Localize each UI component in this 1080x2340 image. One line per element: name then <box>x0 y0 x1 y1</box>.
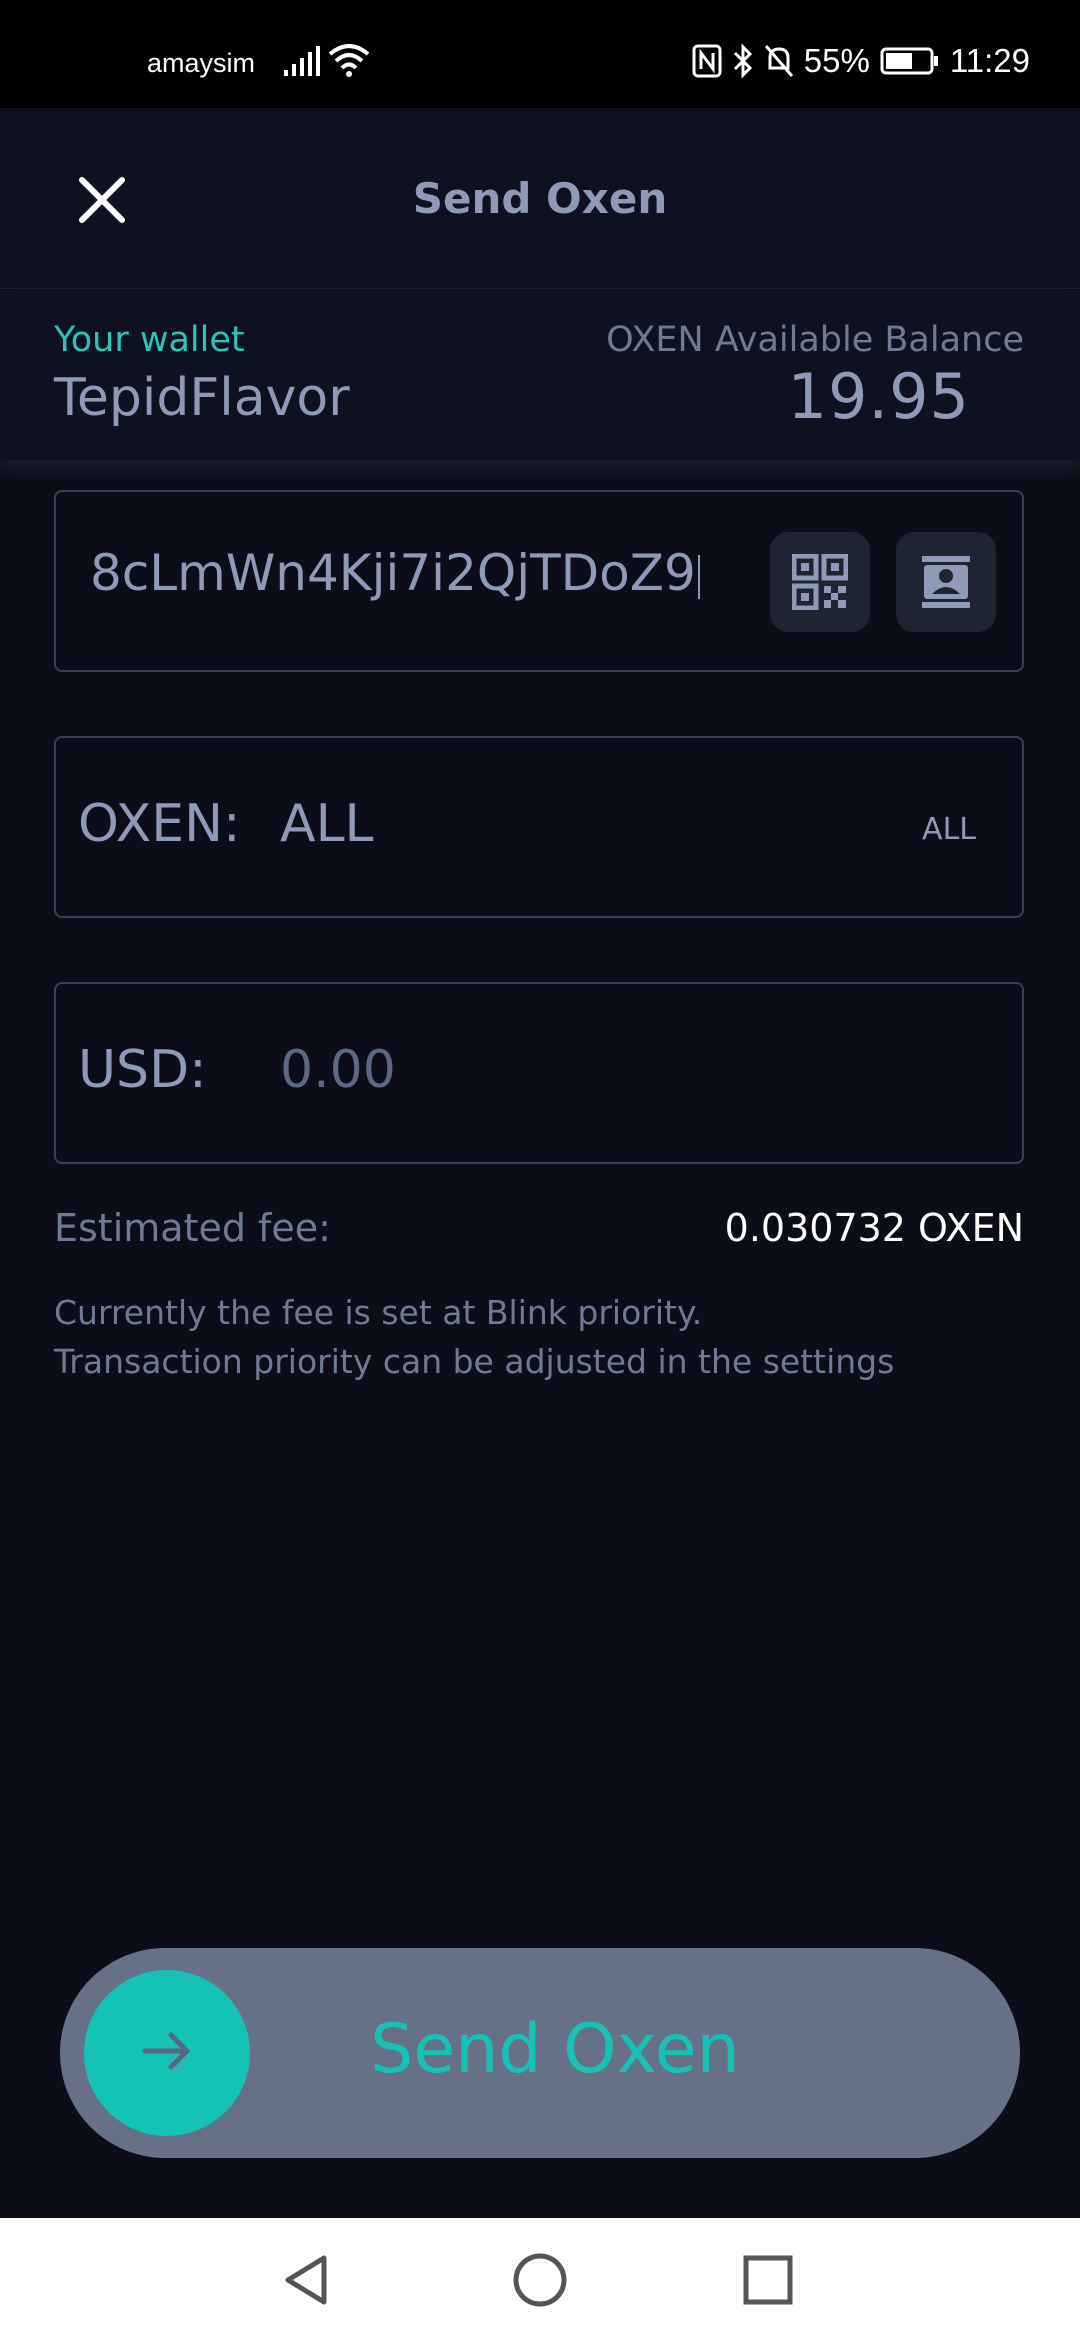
wallet-summary: Your wallet TepidFlavor OXEN Available B… <box>0 290 1080 460</box>
usd-amount-field[interactable]: USD: 0.00 <box>54 982 1024 1164</box>
address-input[interactable]: 8cLmWn4Kji7i2QjTDoZ9 <box>90 544 750 620</box>
balance-value: 19.95 <box>787 360 970 433</box>
status-bar: amaysim 55% 11:29 <box>0 0 1080 108</box>
fee-note-line-2: Transaction priority can be adjusted in … <box>54 1342 895 1381</box>
address-value: 8cLmWn4Kji7i2QjTDoZ9 <box>90 544 696 602</box>
header-bar: Send Oxen <box>0 108 1080 289</box>
clock: 11:29 <box>949 42 1030 79</box>
wallet-label: Your wallet <box>54 320 245 360</box>
address-field[interactable]: 8cLmWn4Kji7i2QjTDoZ9 <box>54 490 1024 672</box>
page-title: Send Oxen <box>412 174 668 223</box>
oxen-label: OXEN: <box>78 794 241 854</box>
home-icon[interactable] <box>508 2248 572 2312</box>
wifi-icon <box>328 44 370 82</box>
signal-icon <box>284 46 320 80</box>
fee-note-line-1: Currently the fee is set at Blink priori… <box>54 1293 703 1332</box>
send-label: Send Oxen <box>370 2010 740 2089</box>
text-caret <box>697 554 700 599</box>
recents-icon[interactable] <box>736 2248 800 2312</box>
balance-label: OXEN Available Balance <box>606 320 1024 360</box>
qr-code-icon[interactable] <box>770 532 870 632</box>
carrier-label: amaysim <box>147 48 256 78</box>
nfc-icon <box>692 44 722 78</box>
fee-value: 0.030732 OXEN <box>724 1206 1024 1250</box>
bell-off-icon <box>764 44 794 78</box>
oxen-amount-field[interactable]: OXEN: ALL ALL <box>54 736 1024 918</box>
back-icon[interactable] <box>276 2248 340 2312</box>
all-button[interactable]: ALL <box>922 812 976 847</box>
wallet-name: TepidFlavor <box>54 368 350 428</box>
battery-percent: 55% <box>803 42 870 79</box>
usd-amount-input[interactable]: 0.00 <box>280 1040 396 1100</box>
fee-label: Estimated fee: <box>54 1206 331 1250</box>
send-slider[interactable]: Send Oxen <box>60 1948 1020 2158</box>
system-nav-bar <box>0 2218 1080 2340</box>
usd-label: USD: <box>78 1040 207 1100</box>
fee-note: Currently the fee is set at Blink priori… <box>54 1288 894 1386</box>
oxen-amount-input[interactable]: ALL <box>280 794 374 854</box>
contacts-icon[interactable] <box>896 532 996 632</box>
bluetooth-icon <box>732 44 754 78</box>
battery-icon <box>880 46 940 76</box>
